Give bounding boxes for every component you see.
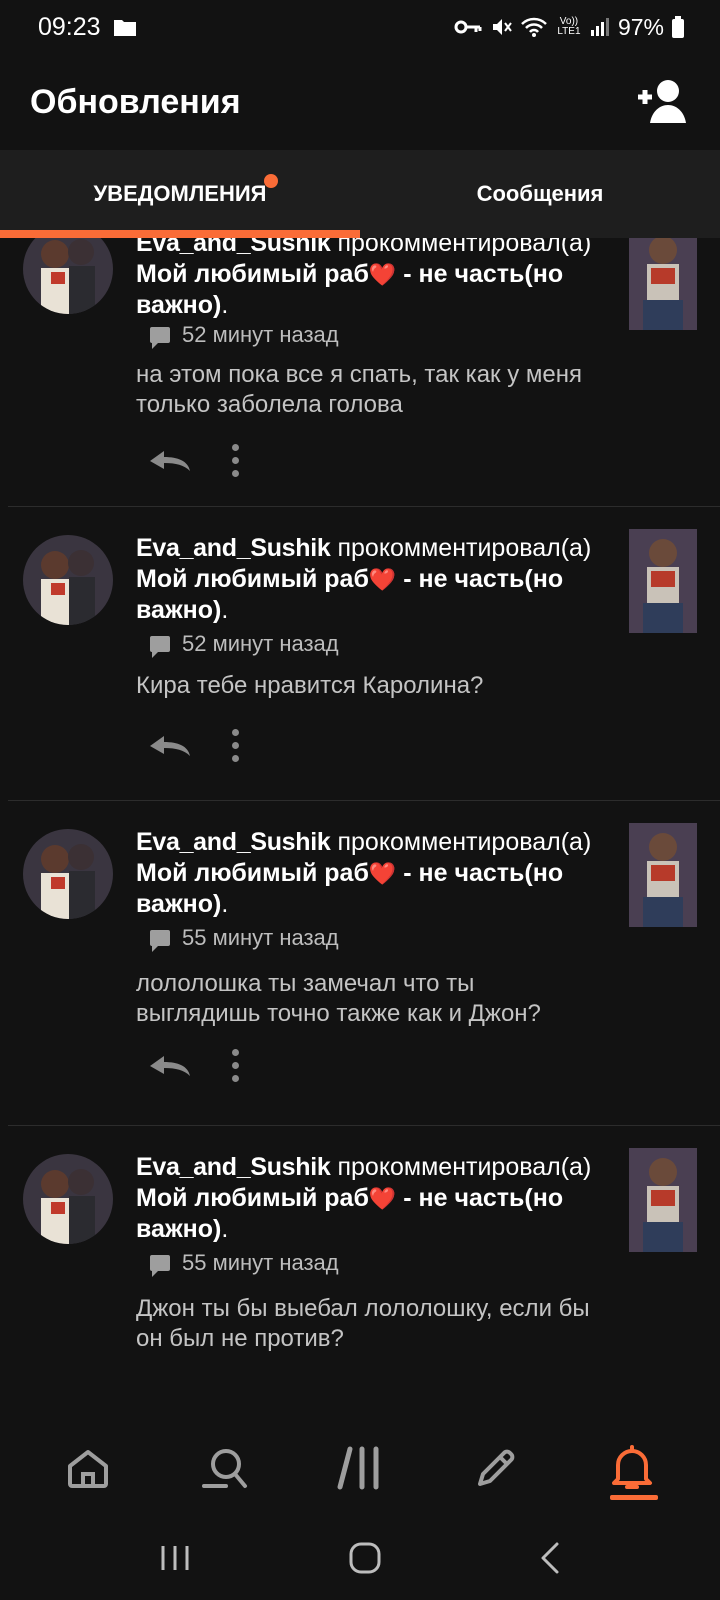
heart-icon: ❤️ (368, 861, 397, 886)
tab-bar: УВЕДОМЛЕНИЯ Сообщения (0, 150, 720, 238)
comment-text: Джон ты бы выебал лололошку, если бы он … (136, 1295, 590, 1352)
add-user-icon (638, 80, 686, 123)
notification-meta: 55 минут назад (150, 1250, 339, 1277)
heart-icon: ❤️ (368, 1186, 397, 1211)
tab-messages[interactable]: Сообщения (360, 150, 720, 238)
mute-icon (492, 19, 512, 35)
battery-icon (672, 16, 684, 38)
notification-headline: Eva_and_Sushik прокомментировал(а) Мой л… (136, 534, 592, 624)
comment-bubble-icon (150, 930, 170, 952)
tab-notifications-label: УВЕДОМЛЕНИЯ (93, 181, 267, 206)
notification-headline: Eva_and_Sushik прокомментировал(а) Мой л… (136, 1153, 592, 1243)
search-icon (202, 1449, 247, 1488)
notification-feed[interactable]: Eva_and_Sushik прокомментировал(а) Мой л… (0, 238, 720, 1388)
app-header: Обновления (0, 54, 720, 150)
system-navigation-bar (0, 1516, 720, 1600)
action-verb: прокомментировал(а) (337, 238, 592, 257)
signal-icon (590, 18, 609, 36)
timestamp: 55 минут назад (182, 1250, 339, 1275)
tab-active-indicator (0, 230, 360, 238)
folder-icon (113, 20, 136, 36)
tab-messages-label: Сообщения (476, 181, 604, 206)
notification-meta: 52 минут назад (150, 631, 339, 658)
heart-icon: ❤️ (368, 567, 397, 592)
action-verb: прокомментировал(а) (337, 1153, 592, 1181)
home-circle-icon[interactable] (348, 1541, 382, 1575)
nav-search[interactable] (188, 1432, 260, 1504)
nav-library[interactable] (324, 1432, 396, 1504)
action-verb: прокомментировал(а) (337, 828, 592, 856)
username-link[interactable]: Eva_and_Sushik (136, 1153, 331, 1181)
avatar[interactable] (23, 238, 113, 314)
status-time: 09:23 (38, 12, 101, 41)
avatar[interactable] (23, 535, 113, 625)
tab-notifications[interactable]: УВЕДОМЛЕНИЯ (0, 150, 360, 238)
avatar[interactable] (23, 1154, 113, 1244)
notification-headline: Eva_and_Sushik прокомментировал(а) Мой л… (136, 238, 616, 321)
comment-text: Кира тебе нравится Каролина? (136, 672, 484, 699)
comment-text: на этом пока все я спать, так как у меня… (136, 361, 582, 418)
comment-text: лололошка ты замечал что ты выглядишь то… (136, 970, 541, 1027)
nav-write[interactable] (460, 1432, 532, 1504)
recents-icon[interactable] (159, 1543, 191, 1573)
story-title: Мой любимый раб (136, 859, 369, 887)
action-verb: прокомментировал(а) (337, 534, 592, 562)
key-icon (454, 20, 482, 34)
story-title-link[interactable]: Мой любимый раб❤️ - не часть(но важно) (136, 1184, 563, 1243)
nav-active-indicator (610, 1495, 658, 1500)
page-title: Обновления (30, 82, 241, 121)
more-options-icon[interactable] (232, 729, 239, 762)
home-icon (68, 1450, 108, 1488)
story-title-link[interactable]: Мой любимый раб❤️ - не часть(но важно) (136, 565, 563, 624)
story-title: Мой любимый раб (136, 260, 369, 288)
unread-dot (264, 174, 278, 188)
notification-actions (148, 1049, 239, 1082)
library-icon (337, 1446, 379, 1490)
network-label: Vo)) LTE1 (557, 16, 581, 37)
avatar[interactable] (23, 829, 113, 919)
notification-meta: 55 минут назад (150, 925, 339, 952)
notification-item[interactable]: Eva_and_Sushik прокомментировал(а) Мой л… (8, 238, 720, 507)
timestamp: 55 минут назад (182, 925, 339, 950)
notification-meta: 52 минут назад (150, 322, 339, 349)
story-thumbnail[interactable] (629, 1148, 697, 1252)
write-icon (478, 1449, 515, 1486)
timestamp: 52 минут назад (182, 631, 339, 656)
username-link[interactable]: Eva_and_Sushik (136, 534, 331, 562)
username-link[interactable]: Eva_and_Sushik (136, 238, 331, 257)
timestamp: 52 минут назад (182, 322, 339, 347)
battery-percent: 97% (617, 13, 664, 40)
notification-actions (148, 729, 239, 762)
nav-home[interactable] (52, 1432, 124, 1504)
story-thumbnail[interactable] (629, 529, 697, 633)
bottom-navigation (0, 1420, 720, 1516)
notification-headline: Eva_and_Sushik прокомментировал(а) Мой л… (136, 828, 592, 918)
wifi-icon (521, 17, 547, 37)
story-title-link[interactable]: Мой любимый раб❤️ - не часть(но важно) (136, 859, 563, 918)
status-bar: 09:23 Vo)) LTE1 97% (0, 0, 720, 54)
story-title: Мой любимый раб (136, 565, 369, 593)
back-icon[interactable] (539, 1541, 561, 1575)
add-user-button[interactable] (634, 77, 690, 127)
comment-bubble-icon (150, 1255, 170, 1277)
more-options-icon[interactable] (232, 444, 239, 477)
notification-item[interactable]: Eva_and_Sushik прокомментировал(а) Мой л… (8, 1126, 720, 1388)
story-title-link[interactable]: Мой любимый раб❤️ - не часть(но важно) (136, 260, 563, 319)
notifications-bell-icon (612, 1445, 652, 1489)
heart-icon: ❤️ (368, 262, 397, 287)
reply-icon[interactable] (148, 734, 192, 758)
comment-bubble-icon (150, 636, 170, 658)
username-link[interactable]: Eva_and_Sushik (136, 828, 331, 856)
story-title: Мой любимый раб (136, 1184, 369, 1212)
story-thumbnail[interactable] (629, 823, 697, 927)
more-options-icon[interactable] (232, 1049, 239, 1082)
notification-item[interactable]: Eva_and_Sushik прокомментировал(а) Мой л… (8, 801, 720, 1126)
nav-notifications[interactable] (596, 1432, 668, 1504)
story-thumbnail[interactable] (629, 238, 697, 330)
comment-bubble-icon (150, 327, 170, 349)
reply-icon[interactable] (148, 1054, 192, 1078)
notification-actions (148, 444, 239, 477)
reply-icon[interactable] (148, 449, 192, 473)
notification-item[interactable]: Eva_and_Sushik прокомментировал(а) Мой л… (8, 507, 720, 801)
